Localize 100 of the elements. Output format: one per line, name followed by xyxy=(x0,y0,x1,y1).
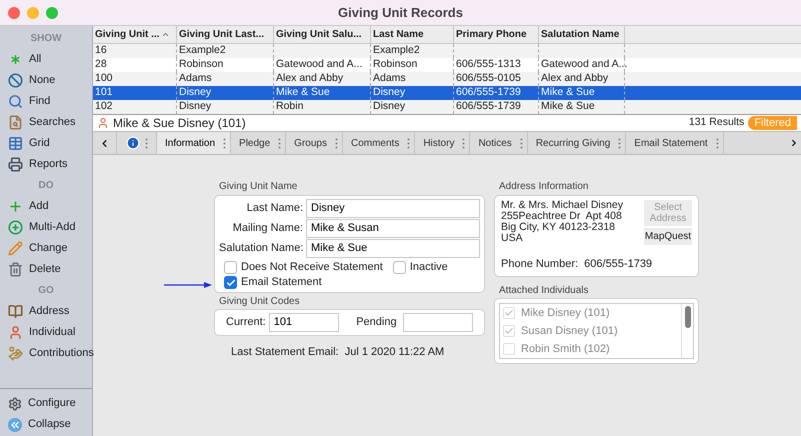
list-item[interactable]: Susan Disney (101) xyxy=(500,322,681,340)
pencil-icon xyxy=(8,241,23,256)
list-item[interactable]: Mike Disney (101) xyxy=(500,304,681,322)
zoom-window-button[interactable] xyxy=(46,6,58,18)
sidebar-item[interactable]: Individual xyxy=(0,322,92,343)
checkbox[interactable] xyxy=(224,261,237,274)
table-cell-text: 28 xyxy=(95,57,107,72)
table-row[interactable]: 16 Example2 Example2 xyxy=(93,44,801,58)
sidebar-item[interactable]: Delete xyxy=(0,259,92,280)
table-cell-text: Robin xyxy=(276,99,304,114)
field-label: Last Name: xyxy=(246,201,303,216)
menu-dots-icon[interactable] xyxy=(278,138,282,148)
menu-dots-icon[interactable] xyxy=(334,138,338,148)
table-row[interactable]: 102 Disney Robin Disney 606/555-1739 Mike & Sue xyxy=(93,100,801,114)
table-row[interactable]: 101 Disney Mike & Sue Disney 606/555-1739 Mike & Sue xyxy=(93,86,801,100)
table-cell-text: Mike & Sue xyxy=(541,99,595,114)
scrollbar-thumb[interactable] xyxy=(684,306,690,328)
mapquest-button[interactable]: MapQuest xyxy=(644,228,692,245)
tab[interactable]: Comments xyxy=(342,132,408,154)
tab[interactable]: Pledge xyxy=(231,132,278,154)
text-field[interactable] xyxy=(402,313,473,332)
minimize-window-button[interactable] xyxy=(27,6,39,18)
tab[interactable]: Recurring Giving xyxy=(528,132,618,154)
menu-dots-icon[interactable] xyxy=(223,138,226,148)
sidebar-item[interactable]: Searches xyxy=(0,112,92,133)
table-cell-text: Mike & Sue xyxy=(276,85,330,100)
table-cell-text: Disney xyxy=(179,85,212,100)
hand-coins-icon xyxy=(8,346,23,361)
column-header[interactable]: Giving Unit ... xyxy=(93,26,177,43)
phone-number-text: Phone Number: 606/555-1739 xyxy=(501,256,654,272)
text-field[interactable]: Disney xyxy=(306,199,480,218)
column-header[interactable]: Salutation Name xyxy=(539,26,625,43)
group-title: Attached Individuals xyxy=(498,284,590,298)
sidebar-item[interactable]: Change xyxy=(0,238,92,259)
sidebar-item[interactable]: None xyxy=(0,70,92,91)
menu-dots-icon[interactable] xyxy=(407,138,410,148)
menu-dots-icon[interactable] xyxy=(618,138,622,148)
table-cell-text: 16 xyxy=(95,43,107,58)
menu-dots-icon[interactable] xyxy=(520,138,523,148)
none-icon xyxy=(8,73,23,88)
table-cell-text: Disney xyxy=(179,99,212,114)
address-line: 255Peachtree Dr Apt 408 xyxy=(501,211,622,222)
book-icon xyxy=(8,304,23,319)
tab[interactable]: Notices xyxy=(470,132,520,154)
table-cell-text: Gatewood and A... xyxy=(541,57,628,72)
checkbox[interactable] xyxy=(224,276,237,289)
list-item[interactable]: Robin Smith (102) xyxy=(500,340,681,358)
pointer-arrow xyxy=(164,282,212,288)
table-cell-text: 102 xyxy=(95,99,113,114)
table-cell-text: 100 xyxy=(95,71,113,86)
sort-ascending-icon xyxy=(161,30,170,39)
field-label: Pending xyxy=(356,315,397,330)
sidebar-item[interactable]: Multi-Add xyxy=(0,217,92,238)
grid-icon xyxy=(8,136,23,151)
checkbox[interactable] xyxy=(392,261,406,274)
table-cell-text: Gatewood and A... xyxy=(276,57,362,72)
sidebar-item[interactable]: Add xyxy=(0,196,92,217)
table-cell-text: Robinson xyxy=(179,57,224,72)
filtered-badge: Filtered xyxy=(748,116,797,130)
sidebar-item[interactable]: Address xyxy=(0,301,92,322)
table-cell-text: 606/555-1739 xyxy=(456,85,521,100)
text-field[interactable]: Mike & Susan xyxy=(306,219,480,238)
tab[interactable]: Email Statement xyxy=(626,132,716,154)
menu-dots-icon[interactable] xyxy=(462,138,466,148)
info-icon[interactable] xyxy=(126,136,140,150)
table-cell-text: 606/555-0105 xyxy=(456,71,521,86)
table-cell-text: Mike & Sue xyxy=(541,85,595,100)
sidebar-item[interactable]: Contributions xyxy=(0,343,92,364)
field-label: Current: xyxy=(226,315,266,330)
sidebar-item[interactable]: Configure xyxy=(0,393,92,414)
sidebar-item[interactable]: Grid xyxy=(0,133,92,154)
section-heading: GO xyxy=(37,284,55,298)
text-field[interactable]: Mike & Sue xyxy=(306,239,480,258)
menu-dots-icon[interactable] xyxy=(144,138,148,148)
checkbox-label: Inactive xyxy=(410,260,448,276)
section-heading: SHOW xyxy=(29,32,63,46)
column-header[interactable]: Primary Phone xyxy=(454,26,539,43)
tab[interactable]: Groups xyxy=(286,132,335,154)
menu-dots-icon[interactable] xyxy=(716,138,719,148)
group-title: Giving Unit Codes xyxy=(218,295,301,309)
field-label: Mailing Name: xyxy=(232,221,303,236)
column-header[interactable]: Last Name xyxy=(371,26,454,43)
table-cell-text: 606/555-1739 xyxy=(456,99,521,114)
sidebar-item[interactable]: Reports xyxy=(0,154,92,175)
section-heading: DO xyxy=(38,179,54,193)
circle-plus-icon xyxy=(8,220,23,235)
sidebar-item[interactable]: Collapse xyxy=(0,414,92,435)
table-cell-text: Example2 xyxy=(373,43,420,58)
text-field[interactable]: 101 xyxy=(268,313,340,332)
sidebar-item[interactable]: All xyxy=(0,49,92,70)
close-window-button[interactable] xyxy=(8,6,20,18)
document-search-icon xyxy=(8,115,23,130)
column-header[interactable]: Giving Unit Salu... xyxy=(274,26,371,43)
plus-icon xyxy=(8,199,23,214)
sidebar-item[interactable]: Find xyxy=(0,91,92,112)
tab[interactable]: History xyxy=(415,132,462,154)
column-header[interactable]: Giving Unit Last... xyxy=(177,26,274,43)
table-row[interactable]: 100 Adams Alex and Abby Adams 606/555-0105 Alex and Abby xyxy=(93,72,801,86)
trash-icon xyxy=(8,262,23,277)
person-icon xyxy=(8,325,23,340)
